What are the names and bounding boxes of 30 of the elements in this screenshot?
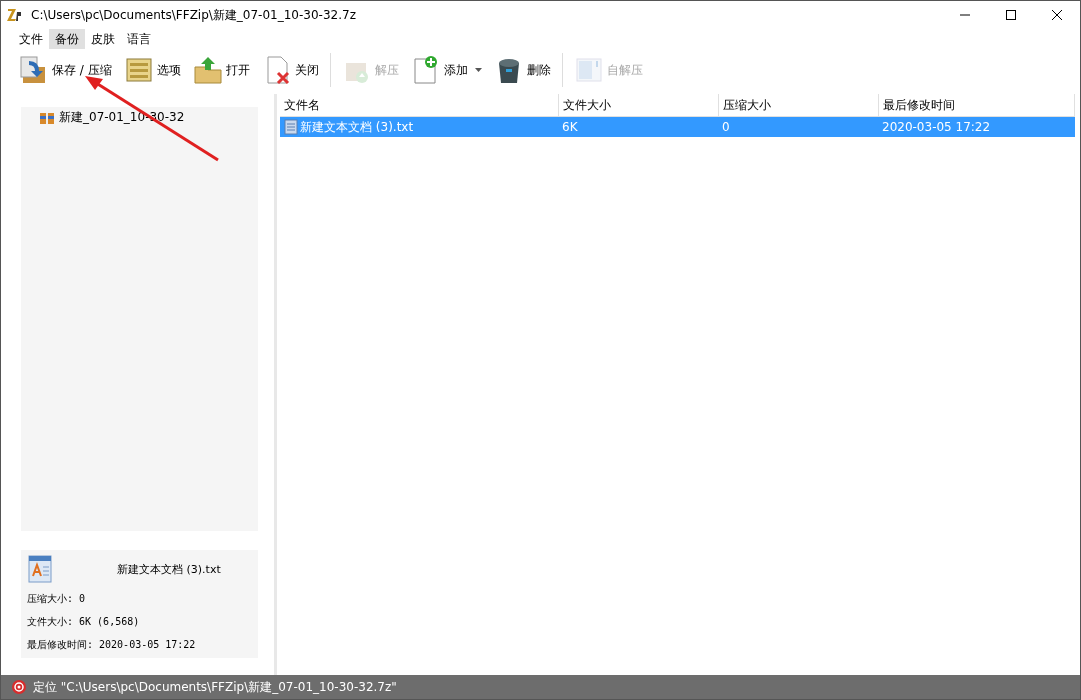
menu-item[interactable]: 备份 — [49, 29, 85, 49]
column-header[interactable]: 最后修改时间 — [878, 94, 1075, 117]
folder-icon — [192, 55, 223, 85]
menu-item[interactable]: 语言 — [121, 29, 157, 49]
info-line: 压缩大小: 0 — [27, 592, 87, 606]
info-line: 最后修改时间: 2020-03-05 17:22 — [27, 638, 197, 652]
column-header[interactable]: 文件大小 — [558, 94, 718, 117]
toolbar-button[interactable]: 选项 — [119, 53, 185, 87]
menu-item[interactable]: 皮肤 — [85, 29, 121, 49]
window-icon — [573, 55, 604, 85]
status-text: 定位 "C:\Users\pc\Documents\FFZip\新建_07-01_10-30-32.7z" — [33, 678, 397, 696]
text-file-icon — [284, 119, 298, 135]
toolbar-button[interactable]: 删除 — [489, 53, 555, 87]
toolbar-button[interactable]: 关闭 — [257, 53, 323, 87]
window-title: C:\Users\pc\Documents\FFZip\新建_07-01_10-30-32.7z — [31, 6, 357, 24]
table-cell: 2020-03-05 17:22 — [878, 116, 1075, 137]
cabinet-icon — [123, 55, 154, 85]
target-icon — [11, 679, 27, 695]
info-line: 文件大小: 6K (6,568) — [27, 615, 141, 629]
table-cell: 6K — [558, 116, 718, 137]
toolbar-button[interactable]: 添加 — [406, 53, 486, 87]
table-cell: 新建文本文档 (3).txt — [280, 116, 558, 137]
toolbar-button[interactable]: 打开 — [188, 53, 254, 87]
app-logo-icon — [7, 7, 23, 23]
column-header[interactable]: 文件名 — [280, 94, 558, 117]
table-cell: 0 — [718, 116, 878, 137]
text-document-icon — [27, 554, 53, 584]
menu-item[interactable]: 文件 — [13, 29, 49, 49]
file-name: 新建文本文档 (3).txt — [117, 561, 221, 577]
column-header[interactable]: 压缩大小 — [718, 94, 878, 117]
